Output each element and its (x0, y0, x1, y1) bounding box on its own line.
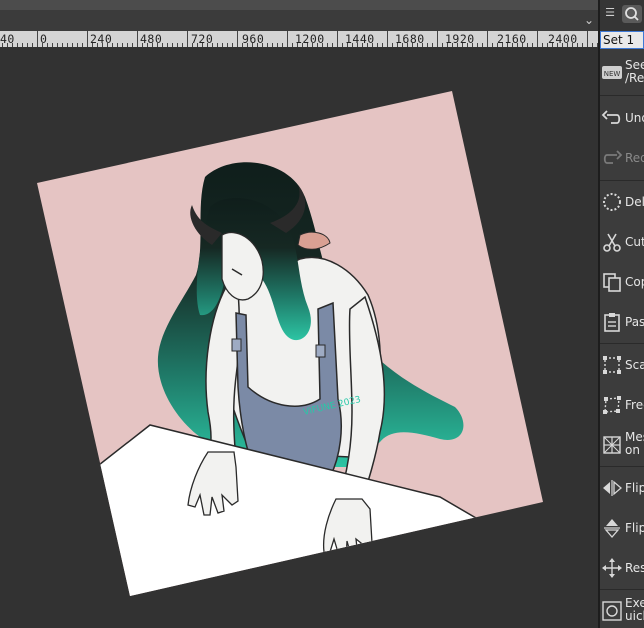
divider (600, 180, 644, 181)
overall-buckle-right (315, 344, 326, 358)
command-flip-horizontal[interactable]: Flip (600, 468, 644, 508)
command-label: Res (625, 561, 644, 575)
command-execute-quick[interactable]: Exec uick (600, 591, 644, 628)
svg-text:NEW: NEW (604, 70, 621, 78)
scale-icon (603, 356, 621, 374)
ruler-tick (437, 31, 438, 47)
command-see-replace[interactable]: NEW See /Re (600, 53, 644, 93)
copy-icon (603, 273, 621, 292)
command-label: Flip (625, 481, 644, 495)
command-redo[interactable]: Red (600, 138, 644, 178)
chevron-down-icon[interactable]: ⌄ (584, 12, 594, 28)
command-mesh-transform[interactable]: Mes on (600, 425, 644, 465)
command-copy[interactable]: Cop (600, 262, 644, 302)
command-label: Exec uick (625, 596, 644, 623)
command-paste[interactable]: Past (600, 302, 644, 342)
command-label: Red (625, 151, 644, 165)
ruler-tick (287, 31, 288, 47)
ruler-tick (137, 31, 138, 47)
ruler-label: 1920 (445, 32, 475, 46)
ruler-tick (237, 31, 238, 47)
command-label: Past (625, 315, 644, 329)
ruler-tick (387, 31, 388, 47)
paste-icon (604, 313, 620, 332)
execute-icon (602, 601, 622, 621)
ruler-label: 1200 (295, 32, 325, 46)
flip-vertical-icon (604, 519, 620, 538)
resize-icon (602, 558, 622, 578)
ruler-label: 960 (242, 32, 265, 46)
command-label: Mes on (625, 430, 644, 457)
command-scale[interactable]: Sca (600, 345, 644, 385)
divider (600, 343, 644, 344)
ruler-tick (337, 31, 338, 47)
free-transform-icon (603, 396, 621, 414)
command-label: Sca (625, 358, 644, 372)
delete-icon (603, 193, 621, 211)
command-label: Und (625, 111, 644, 125)
artwork-canvas[interactable]: VIFUNE 2023 (0, 47, 598, 628)
undo-icon (601, 110, 621, 124)
command-flip-vertical[interactable]: Flip (600, 508, 644, 548)
divider (600, 466, 644, 467)
mesh-transform-icon (603, 436, 621, 454)
ruler-tick (487, 31, 488, 47)
command-label: Cut (625, 235, 644, 249)
command-free-transform[interactable]: Free (600, 385, 644, 425)
tab-bar: ⌄ (0, 10, 598, 31)
command-set-selector[interactable]: Set 1 (600, 31, 644, 49)
command-label: See /Re (625, 58, 644, 85)
menu-icon[interactable]: ☰ (603, 6, 617, 20)
title-bar (0, 0, 598, 10)
command-label: Flip (625, 521, 644, 535)
command-label: Free (625, 398, 644, 412)
command-undo[interactable]: Und (600, 98, 644, 138)
canvas-area[interactable]: VIFUNE 2023 (0, 47, 598, 628)
command-cut[interactable]: Cut (600, 222, 644, 262)
panel-header: ☰ (600, 0, 644, 31)
command-resize[interactable]: Res (600, 548, 644, 588)
ruler-tick (537, 31, 538, 47)
horizontal-ruler: 40 0 240 480 720 960 1200 1440 1680 1920… (0, 31, 598, 47)
flip-horizontal-icon (603, 480, 622, 496)
command-delete[interactable]: Dele (600, 182, 644, 222)
ruler-label: 1680 (395, 32, 425, 46)
divider (600, 589, 644, 590)
divider (600, 95, 644, 96)
ruler-tick (87, 31, 88, 47)
command-bar-panel: ☰ Set 1 NEW See /Re Und Red Dele Cut Cop… (600, 0, 644, 628)
scissors-icon (603, 233, 621, 252)
search-icon[interactable] (622, 5, 642, 23)
command-label: Dele (625, 195, 644, 209)
overall-buckle-left (231, 338, 242, 352)
new-badge-icon: NEW (602, 66, 622, 79)
command-label: Cop (625, 275, 644, 289)
redo-icon (603, 150, 623, 164)
ruler-tick (587, 31, 588, 47)
ruler-label: 1440 (345, 32, 375, 46)
ruler-tick (37, 31, 38, 47)
ruler-tick (187, 31, 188, 47)
